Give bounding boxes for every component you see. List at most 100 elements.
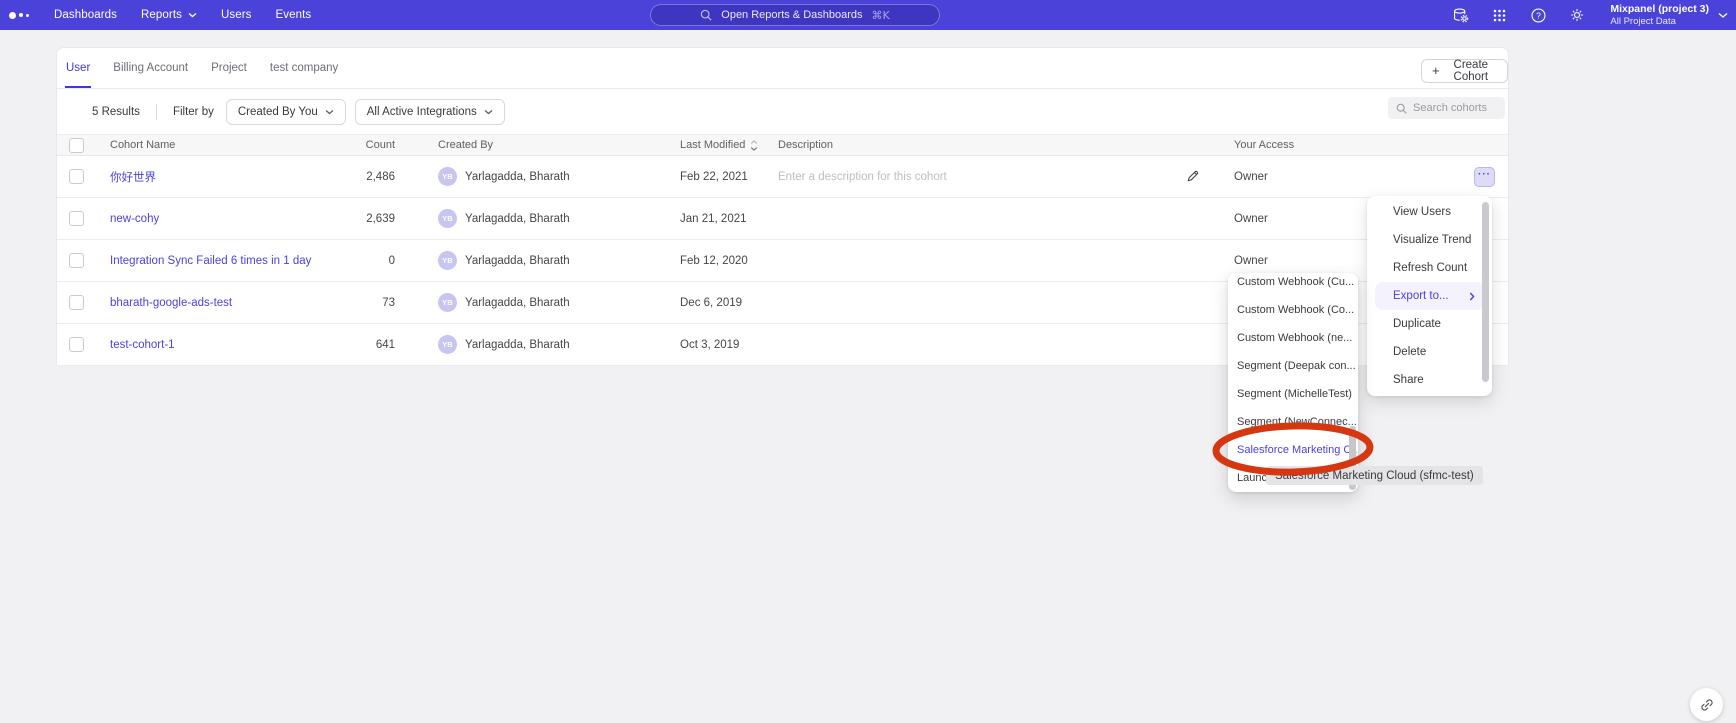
share-link-button[interactable] [1690,688,1723,721]
menu-item-view-users[interactable]: View Users [1367,198,1492,226]
cohort-name-link[interactable]: bharath-google-ads-test [110,297,340,309]
row-more-actions-button[interactable]: ··· [1474,167,1495,187]
row-checkbox[interactable] [69,169,84,184]
avatar: YB [438,293,457,312]
export-to-submenu: Custom Webhook (Cu... Custom Webhook (Co… [1228,273,1358,492]
cohort-tabs: User Billing Account Project test compan… [57,48,1508,89]
row-checkbox[interactable] [69,211,84,226]
avatar: YB [438,335,457,354]
svg-text:?: ? [1536,10,1541,20]
chevron-down-icon [188,12,197,18]
created-by-filter-dropdown[interactable]: Created By You [226,99,346,125]
link-icon [1699,697,1715,713]
project-switcher[interactable]: Mixpanel (project 3) All Project Data [1610,3,1709,28]
nav-item-dashboards[interactable]: Dashboards [54,9,117,21]
salesforce-tooltip: Salesforce Marketing Cloud (sfmc-test) [1266,466,1483,485]
cohort-count: 641 [340,339,396,351]
cohort-count: 2,486 [340,171,396,183]
header-created-by: Created By [396,139,680,151]
cohort-name-link[interactable]: Integration Sync Failed 6 times in 1 day [110,255,340,267]
cohort-count: 0 [340,255,396,267]
select-all-checkbox[interactable] [69,138,84,153]
toolbar-divider [156,104,157,120]
project-scope: All Project Data [1610,16,1709,28]
menu-scrollbar[interactable] [1482,202,1489,382]
tab-user[interactable]: User [65,48,91,88]
plus-icon: + [1432,63,1440,78]
integrations-filter-dropdown[interactable]: All Active Integrations [355,99,505,125]
submenu-item-custom-webhook-1[interactable]: Custom Webhook (Cu... [1228,273,1358,296]
menu-item-export-to[interactable]: Export to... [1375,282,1484,310]
edit-description-pencil-icon[interactable] [1167,169,1217,184]
last-modified-date: Dec 6, 2019 [680,297,778,309]
row-context-menu: View Users Visualize Trend Refresh Count… [1367,196,1492,396]
cohort-count: 73 [340,297,396,309]
header-description: Description [778,139,1167,151]
results-count: 5 Results [92,106,140,118]
last-modified-date: Feb 12, 2020 [680,255,778,267]
tab-billing-account[interactable]: Billing Account [112,48,189,88]
chevron-right-icon [1469,292,1475,301]
search-shortcut: ⌘K [872,9,890,22]
project-chevron-down-icon[interactable] [1718,12,1728,19]
row-checkbox[interactable] [69,295,84,310]
filter-by-label: Filter by [173,106,214,118]
help-icon[interactable]: ? [1529,6,1547,24]
description-input[interactable]: Enter a description for this cohort [778,171,1167,183]
submenu-item-custom-webhook-3[interactable]: Custom Webhook (ne... [1228,324,1358,352]
submenu-item-segment-deepak[interactable]: Segment (Deepak con... [1228,352,1358,380]
last-modified-date: Oct 3, 2019 [680,339,778,351]
submenu-item-salesforce-marketing-cloud[interactable]: Salesforce Marketing C... [1228,436,1358,464]
cohort-name-link[interactable]: 你好世界 [110,169,340,185]
submenu-item-segment-newconnec[interactable]: Segment (NewConnec... [1228,408,1358,436]
mixpanel-cohorts-page: Dashboards Reports Users Events Open Rep… [0,0,1736,723]
row-checkbox[interactable] [69,337,84,352]
search-icon [1396,103,1407,114]
mixpanel-logo-icon[interactable] [9,12,29,19]
submenu-item-segment-michelle[interactable]: Segment (MichelleTest) [1228,380,1358,408]
search-cohorts-placeholder: Search cohorts [1413,102,1487,114]
chevron-down-icon [325,109,334,115]
avatar: YB [438,167,457,186]
project-name: Mixpanel (project 3) [1610,3,1709,16]
tab-project[interactable]: Project [210,48,248,88]
top-nav: Dashboards Reports Users Events Open Rep… [0,0,1736,30]
last-modified-date: Feb 22, 2021 [680,171,778,183]
cohort-count: 2,639 [340,213,396,225]
menu-item-refresh-count[interactable]: Refresh Count [1367,254,1492,282]
create-cohort-button[interactable]: + Create Cohort [1421,59,1508,83]
nav-item-events[interactable]: Events [276,9,312,21]
tab-test-company[interactable]: test company [269,48,339,88]
avatar: YB [438,209,457,228]
created-by-name: Yarlagadda, Bharath [465,297,570,309]
submenu-item-custom-webhook-2[interactable]: Custom Webhook (Co... [1228,296,1358,324]
created-by-name: Yarlagadda, Bharath [465,255,570,267]
nav-item-users[interactable]: Users [221,9,252,21]
apps-grid-icon[interactable] [1490,6,1508,24]
search-cohorts-input[interactable]: Search cohorts [1388,97,1505,119]
access-level: Owner [1217,171,1508,183]
nav-right-section: ? Mixpanel (project 3) All Project Data [1451,0,1728,30]
menu-item-visualize-trend[interactable]: Visualize Trend [1367,226,1492,254]
header-last-modified[interactable]: Last Modified [680,139,778,151]
menu-item-delete[interactable]: Delete [1367,338,1492,366]
data-management-icon[interactable] [1451,6,1469,24]
nav-menu: Dashboards Reports Users Events [54,9,311,21]
header-cohort-name: Cohort Name [110,139,340,151]
created-by-name: Yarlagadda, Bharath [465,213,570,225]
created-by-name: Yarlagadda, Bharath [465,171,570,183]
menu-item-duplicate[interactable]: Duplicate [1367,310,1492,338]
header-count: Count [340,139,396,151]
created-by-name: Yarlagadda, Bharath [465,339,570,351]
table-header-row: Cohort Name Count Created By Last Modifi… [57,134,1508,156]
table-row: 你好世界 2,486 YB Yarlagadda, Bharath Feb 22… [57,156,1508,198]
global-search-bar[interactable]: Open Reports & Dashboards ⌘K [650,4,940,26]
last-modified-date: Jan 21, 2021 [680,213,778,225]
nav-item-reports[interactable]: Reports [141,9,197,21]
menu-item-share[interactable]: Share [1367,366,1492,394]
cohort-name-link[interactable]: new-cohy [110,213,340,225]
global-search-placeholder: Open Reports & Dashboards [721,9,862,21]
cohort-name-link[interactable]: test-cohort-1 [110,339,340,351]
row-checkbox[interactable] [69,253,84,268]
settings-gear-icon[interactable] [1568,6,1586,24]
